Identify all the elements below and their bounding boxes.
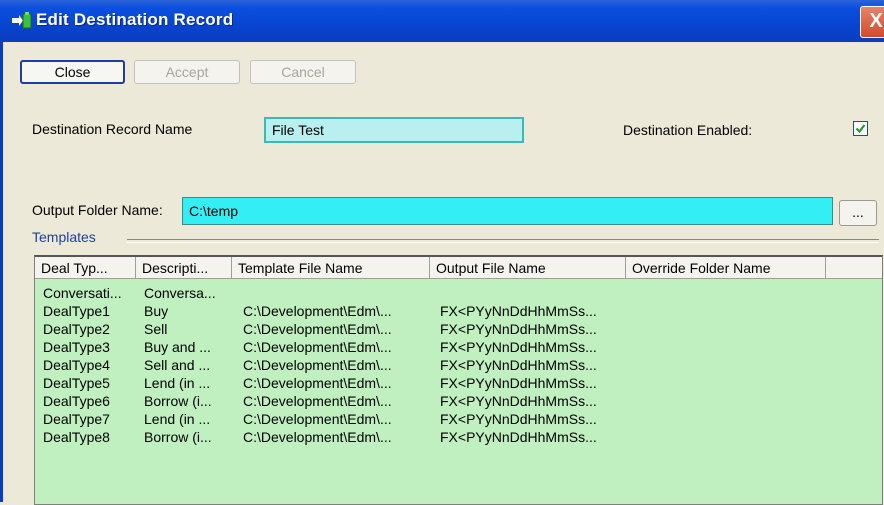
- table-row[interactable]: DealType4 Sell and ... C:\Development\Edm\…: [35, 357, 882, 375]
- table-cell: Conversati...: [43, 285, 122, 301]
- group-divider: [127, 239, 879, 243]
- table-row[interactable]: DealType8 Borrow (i... C:\Development\Edm\…: [35, 429, 882, 447]
- table-cell: Sell: [144, 321, 168, 337]
- table-cell: C:\Development\Edm\...: [243, 357, 392, 373]
- templates-grid[interactable]: Deal Typ... Descripti... Template File N…: [34, 255, 883, 505]
- enabled-checkbox[interactable]: [853, 121, 868, 136]
- table-cell: FX<PYyNnDdHhMmSs...: [440, 411, 597, 427]
- table-cell: C:\Development\Edm\...: [243, 411, 392, 427]
- table-cell: DealType6: [43, 393, 110, 409]
- table-cell: FX<PYyNnDdHhMmSs...: [440, 321, 597, 337]
- table-cell: FX<PYyNnDdHhMmSs...: [440, 357, 597, 373]
- table-row[interactable]: DealType1 Buy C:\Development\Edm\... FX<PYy…: [35, 303, 882, 321]
- table-cell: Conversa...: [144, 285, 216, 301]
- table-cell: Borrow (i...: [144, 429, 212, 445]
- table-cell: FX<PYyNnDdHhMmSs...: [440, 339, 597, 355]
- record-name-field[interactable]: File Test: [264, 117, 524, 143]
- record-name-label: Destination Record Name: [32, 121, 193, 137]
- table-cell: C:\Development\Edm\...: [243, 393, 392, 409]
- column-header-template-file[interactable]: Template File Name: [232, 257, 430, 279]
- table-cell: C:\Development\Edm\...: [243, 339, 392, 355]
- column-header-output-file[interactable]: Output File Name: [430, 257, 626, 279]
- window-title: Edit Destination Record: [36, 10, 234, 29]
- column-header-override-folder[interactable]: Override Folder Name: [626, 257, 826, 279]
- accept-button[interactable]: Accept: [134, 60, 240, 84]
- title-bar: Edit Destination Record X: [0, 0, 884, 42]
- column-header-deal-type[interactable]: Deal Typ...: [35, 257, 136, 279]
- table-cell: DealType7: [43, 411, 110, 427]
- table-row[interactable]: DealType5 Lend (in ... C:\Development\Edm\…: [35, 375, 882, 393]
- table-cell: Sell and ...: [144, 357, 211, 373]
- output-folder-value: C:\temp: [189, 203, 239, 219]
- table-row[interactable]: Conversati... Conversa...: [35, 285, 882, 303]
- column-header-filler: [826, 257, 882, 279]
- output-folder-field[interactable]: C:\temp: [182, 197, 833, 225]
- table-cell: FX<PYyNnDdHhMmSs...: [440, 429, 597, 445]
- table-cell: FX<PYyNnDdHhMmSs...: [440, 393, 597, 409]
- table-cell: C:\Development\Edm\...: [243, 375, 392, 391]
- browse-button[interactable]: ...: [839, 200, 877, 226]
- table-cell: Buy and ...: [144, 339, 211, 355]
- table-cell: C:\Development\Edm\...: [243, 303, 392, 319]
- table-cell: DealType1: [43, 303, 110, 319]
- table-cell: DealType2: [43, 321, 110, 337]
- app-icon: [12, 12, 32, 29]
- table-cell: FX<PYyNnDdHhMmSs...: [440, 375, 597, 391]
- table-cell: DealType4: [43, 357, 110, 373]
- column-header-description[interactable]: Descripti...: [136, 257, 232, 279]
- table-cell: C:\Development\Edm\...: [243, 429, 392, 445]
- table-row[interactable]: DealType6 Borrow (i... C:\Development\Edm\…: [35, 393, 882, 411]
- close-icon: X: [869, 10, 883, 32]
- table-row[interactable]: DealType2 Sell C:\Development\Edm\... FX<PY…: [35, 321, 882, 339]
- output-folder-label: Output Folder Name:: [32, 202, 163, 218]
- table-cell: DealType8: [43, 429, 110, 445]
- table-cell: DealType5: [43, 375, 110, 391]
- table-cell: DealType3: [43, 339, 110, 355]
- table-cell: C:\Development\Edm\...: [243, 321, 392, 337]
- table-cell: Lend (in ...: [144, 411, 211, 427]
- table-row[interactable]: DealType7 Lend (in ... C:\Development\Edm\…: [35, 411, 882, 429]
- checkmark-icon: [855, 124, 866, 134]
- enabled-label: Destination Enabled:: [623, 122, 753, 138]
- table-cell: FX<PYyNnDdHhMmSs...: [440, 303, 597, 319]
- table-cell: Lend (in ...: [144, 375, 211, 391]
- record-name-value: File Test: [272, 122, 324, 138]
- table-cell: Borrow (i...: [144, 393, 212, 409]
- table-row[interactable]: DealType3 Buy and ... C:\Development\Edm\.…: [35, 339, 882, 357]
- table-cell: Buy: [144, 303, 169, 319]
- window-close-button[interactable]: X: [860, 6, 884, 38]
- cancel-button[interactable]: Cancel: [250, 60, 356, 84]
- dialog-body: Close Accept Cancel Destination Record N…: [0, 42, 884, 505]
- templates-group-label: Templates: [32, 229, 96, 245]
- close-button[interactable]: Close: [20, 60, 125, 84]
